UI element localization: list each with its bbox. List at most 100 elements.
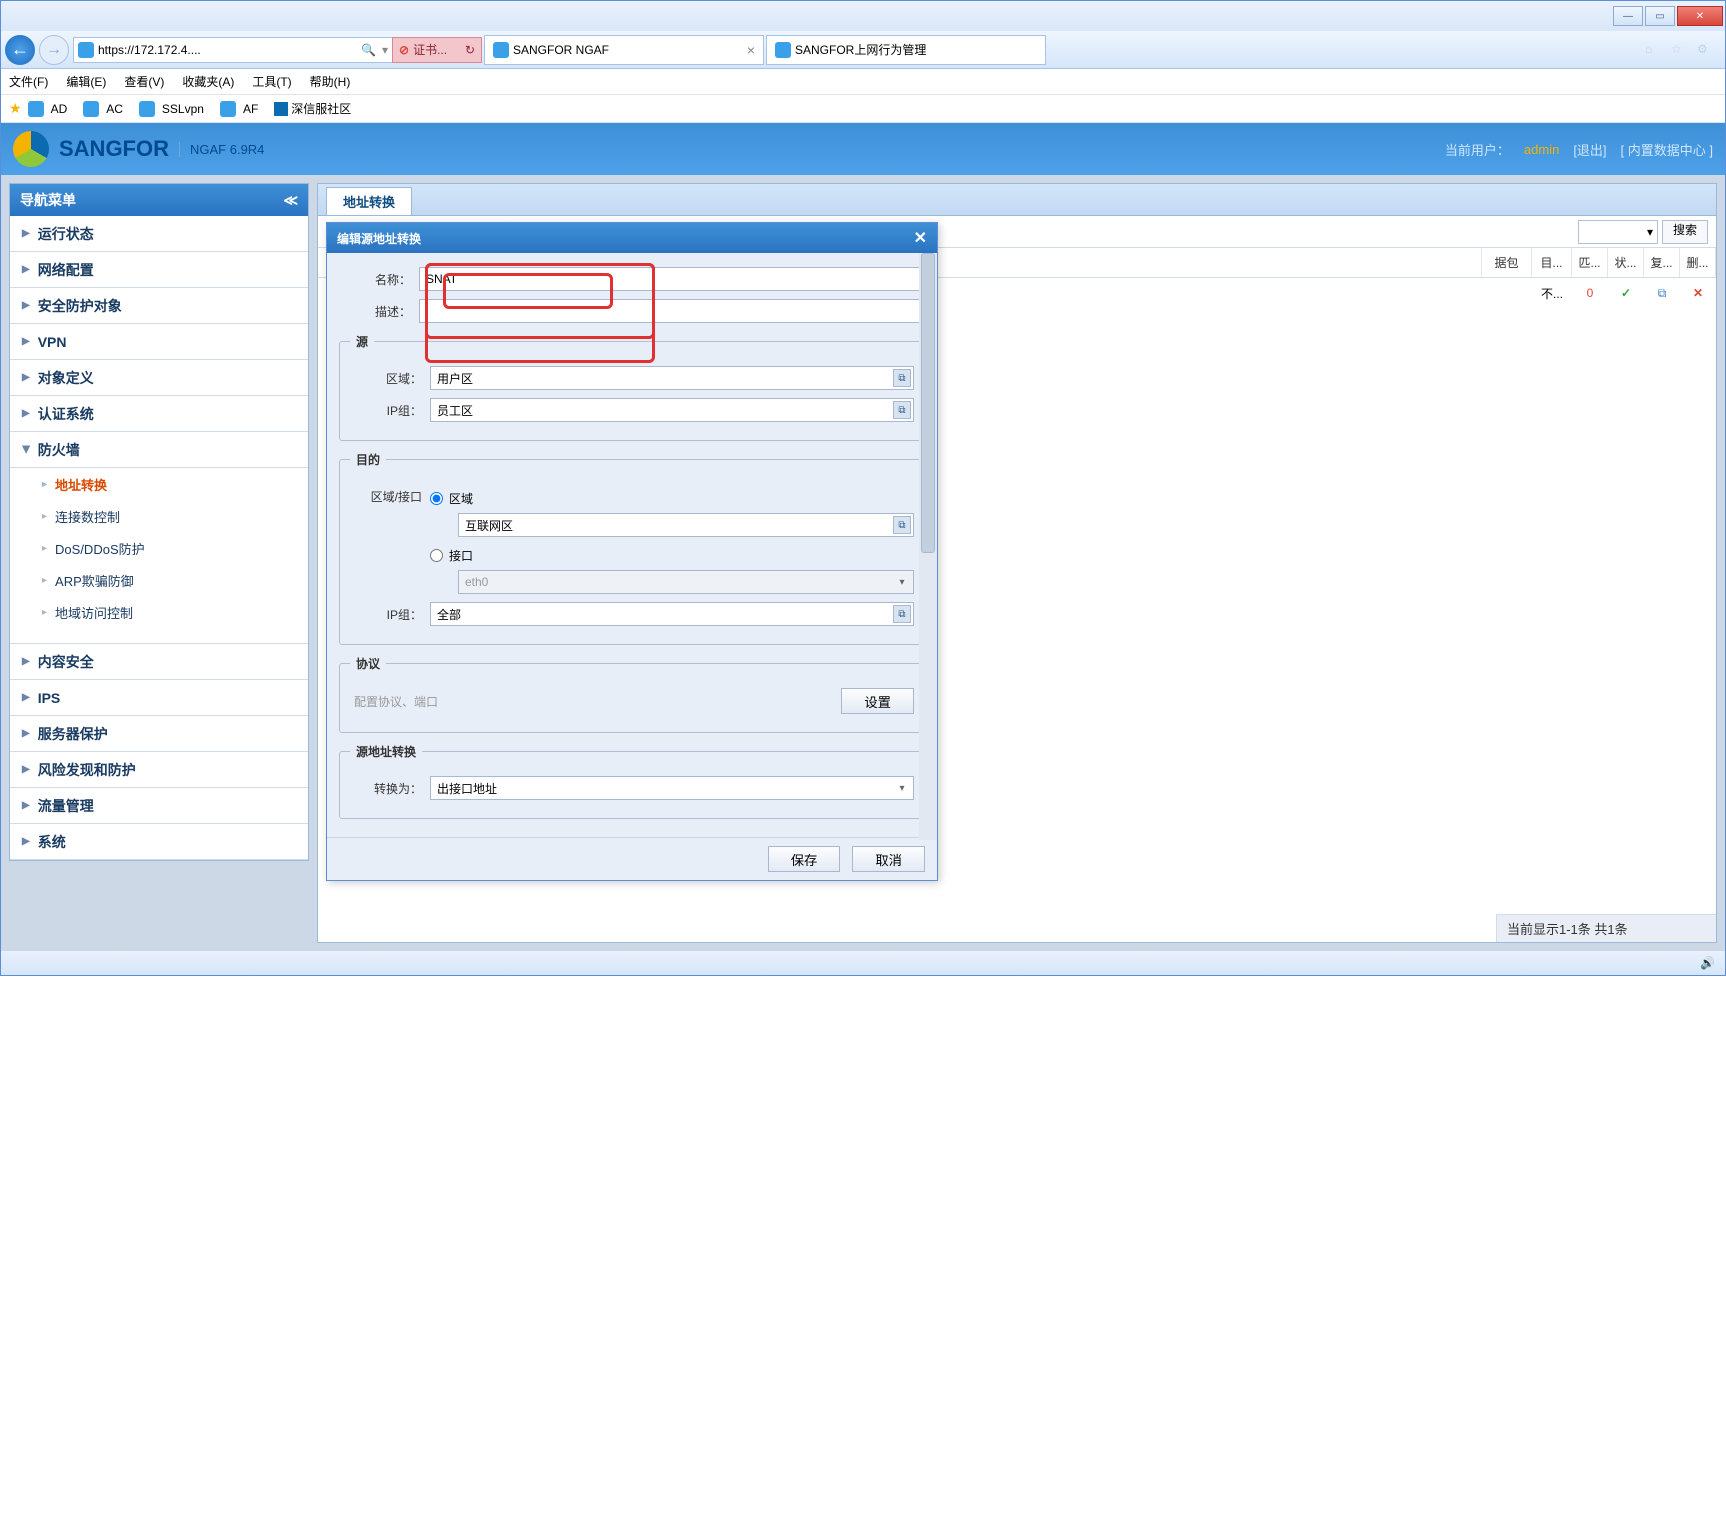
convert-input[interactable]: 出接口地址▾ <box>430 776 914 800</box>
speaker-icon[interactable]: 🔊 <box>1700 956 1715 970</box>
subnav-nat[interactable]: ▸地址转换 <box>10 468 308 500</box>
nav-object-define[interactable]: ▶对象定义 <box>10 360 308 396</box>
nav-content-security[interactable]: ▶内容安全 <box>10 644 308 680</box>
proto-fieldset: 协议 配置协议、端口 设置 <box>339 655 925 733</box>
certificate-error[interactable]: ⊘ 证书... ↻ <box>392 37 482 63</box>
input-value: SNAT <box>426 272 457 286</box>
current-user-label: 当前用户： <box>1445 140 1510 159</box>
refresh-icon[interactable]: ↻ <box>465 43 475 57</box>
product-version: NGAF 6.9R4 <box>179 142 264 157</box>
close-dialog-icon[interactable]: ✕ <box>914 228 927 248</box>
subnav-arp[interactable]: ▸ARP欺骗防御 <box>10 564 308 596</box>
collapse-sidebar-icon[interactable]: ≪ <box>283 192 298 209</box>
bookmark-community[interactable]: 深信服社区 <box>274 100 351 117</box>
browser-tab-2[interactable]: SANGFOR上网行为管理 <box>766 35 1046 65</box>
search-button[interactable]: 搜索 <box>1662 220 1708 244</box>
desc-input[interactable] <box>419 299 925 323</box>
nav-network-config[interactable]: ▶网络配置 <box>10 252 308 288</box>
sidebar-header: 导航菜单 ≪ <box>10 184 308 216</box>
star-icon[interactable]: ★ <box>9 100 22 117</box>
forward-button[interactable]: → <box>39 35 69 65</box>
picker-icon[interactable]: ⧉ <box>893 605 911 623</box>
close-tab-icon[interactable]: × <box>747 42 755 58</box>
chevron-down-icon[interactable]: ▾ <box>893 779 911 797</box>
bookmark-label: AD <box>51 102 68 116</box>
subnav-label: 地域访问控制 <box>55 603 133 622</box>
source-zone-input[interactable]: 用户区⧉ <box>430 366 914 390</box>
dest-ipgroup-input[interactable]: 全部⧉ <box>430 602 914 626</box>
sidebar-title: 导航菜单 <box>20 190 76 210</box>
scrollbar-thumb[interactable] <box>921 253 935 553</box>
dropdown-icon[interactable]: ▾ <box>382 43 388 57</box>
picker-icon[interactable]: ⧉ <box>893 401 911 419</box>
proto-legend: 协议 <box>350 655 386 672</box>
nav-label: 内容安全 <box>38 652 94 672</box>
ipgroup-label: IP组： <box>350 402 430 419</box>
search-icon[interactable]: 🔍 <box>361 43 376 57</box>
content-tab-nat[interactable]: 地址转换 <box>326 187 412 215</box>
radio-iface-row[interactable]: 接口 <box>430 547 914 564</box>
filter-combo[interactable]: ▾ <box>1578 220 1658 244</box>
back-button[interactable]: ← <box>5 35 35 65</box>
gear-icon[interactable]: ⚙ <box>1697 42 1713 58</box>
menu-favorites[interactable]: 收藏夹(A) <box>182 73 234 90</box>
logout-link[interactable]: [退出] <box>1573 140 1606 159</box>
radio-zone[interactable] <box>430 492 443 505</box>
cell-dest: 不... <box>1532 278 1572 308</box>
input-value: 员工区 <box>437 402 473 419</box>
subnav-geo[interactable]: ▸地域访问控制 <box>10 596 308 628</box>
dest-iface-input: eth0▾ <box>458 570 914 594</box>
nav-label: 系统 <box>38 832 66 852</box>
copy-icon[interactable]: ⧉ <box>1644 278 1680 308</box>
bookmark-sslvpn[interactable]: SSLvpn <box>139 101 204 117</box>
favorites-icon[interactable]: ☆ <box>1671 42 1687 58</box>
delete-icon[interactable]: ✕ <box>1680 278 1716 308</box>
address-bar[interactable]: https://172.172.4.... 🔍 ▾ <box>73 37 393 63</box>
dialog-scrollbar[interactable] <box>919 253 937 840</box>
nav-ips[interactable]: ▶IPS <box>10 680 308 716</box>
dialog-title: 编辑源地址转换 <box>337 230 421 247</box>
menu-help[interactable]: 帮助(H) <box>310 73 351 90</box>
nav-system[interactable]: ▶系统 <box>10 824 308 860</box>
bookmark-ac[interactable]: AC <box>83 101 123 117</box>
browser-tab-1[interactable]: SANGFOR NGAF × <box>484 35 764 65</box>
data-center-link[interactable]: [ 内置数据中心 ] <box>1621 140 1713 159</box>
cert-error-text: 证书... <box>413 41 447 58</box>
dialog-buttons: 保存 取消 <box>327 837 937 880</box>
menu-edit[interactable]: 编辑(E) <box>66 73 106 90</box>
subnav-dos[interactable]: ▸DoS/DDoS防护 <box>10 532 308 564</box>
bookmark-ad[interactable]: AD <box>28 101 68 117</box>
maximize-button[interactable]: ▭ <box>1645 6 1675 26</box>
save-button[interactable]: 保存 <box>768 846 841 872</box>
name-input[interactable]: SNAT <box>419 267 925 291</box>
menu-view[interactable]: 查看(V) <box>124 73 164 90</box>
nav-firewall[interactable]: ▶防火墙 <box>10 432 308 468</box>
nav-vpn[interactable]: ▶VPN <box>10 324 308 360</box>
picker-icon[interactable]: ⧉ <box>893 516 911 534</box>
home-icon[interactable]: ⌂ <box>1645 42 1661 58</box>
dialog-titlebar: 编辑源地址转换 ✕ <box>327 223 937 253</box>
nav-security-objects[interactable]: ▶安全防护对象 <box>10 288 308 324</box>
menu-file[interactable]: 文件(F) <box>9 73 48 90</box>
nav-traffic-mgmt[interactable]: ▶流量管理 <box>10 788 308 824</box>
dest-zone-input[interactable]: 互联网区⧉ <box>458 513 914 537</box>
nav-server-protect[interactable]: ▶服务器保护 <box>10 716 308 752</box>
source-ipgroup-input[interactable]: 员工区 ⧉ <box>430 398 914 422</box>
nav-runtime-status[interactable]: ▶运行状态 <box>10 216 308 252</box>
subnav-label: ARP欺骗防御 <box>55 571 134 590</box>
picker-icon[interactable]: ⧉ <box>893 369 911 387</box>
menu-tools[interactable]: 工具(T) <box>252 73 291 90</box>
bookmark-af[interactable]: AF <box>220 101 258 117</box>
radio-interface[interactable] <box>430 549 443 562</box>
name-label: 名称： <box>339 271 419 288</box>
close-window-button[interactable]: ✕ <box>1677 6 1723 26</box>
radio-zone-row[interactable]: 区域 <box>430 490 914 507</box>
th-match: 匹... <box>1572 248 1608 277</box>
nav-auth-system[interactable]: ▶认证系统 <box>10 396 308 432</box>
settings-button[interactable]: 设置 <box>841 688 914 714</box>
minimize-button[interactable]: — <box>1613 6 1643 26</box>
cancel-button[interactable]: 取消 <box>852 846 925 872</box>
subnav-conn-control[interactable]: ▸连接数控制 <box>10 500 308 532</box>
nav-risk-discovery[interactable]: ▶风险发现和防护 <box>10 752 308 788</box>
status-check-icon: ✓ <box>1608 278 1644 308</box>
